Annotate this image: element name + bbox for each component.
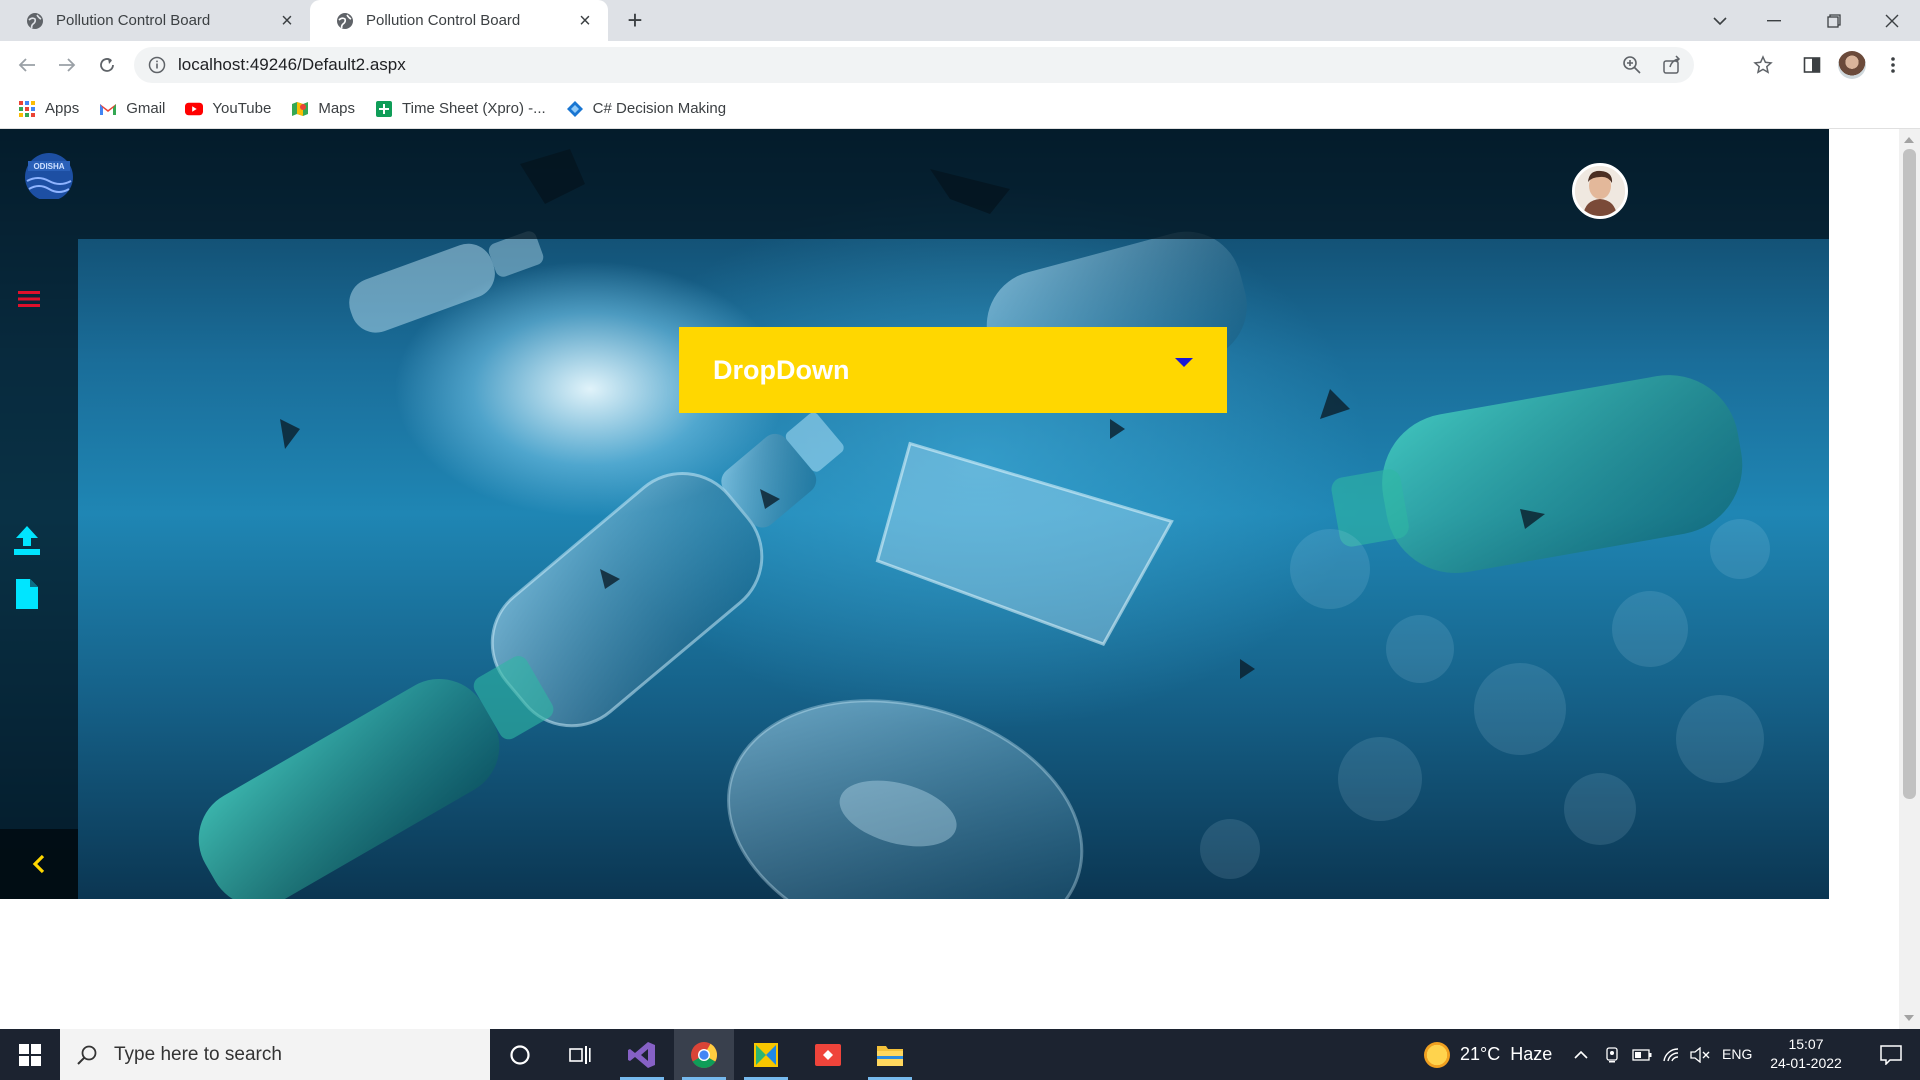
close-tab-icon[interactable]: × [278,11,296,31]
scrollbar-thumb[interactable] [1903,149,1916,799]
page-scrollbar[interactable] [1899,129,1920,1029]
share-icon[interactable] [1662,55,1682,75]
tab-title: Pollution Control Board [56,12,211,29]
tab-title: Pollution Control Board [366,12,521,29]
diamond-icon [566,100,583,117]
user-avatar[interactable] [1572,163,1628,219]
chevron-left-icon [32,854,45,874]
weather-widget[interactable]: 21°C Haze [1424,1029,1552,1080]
bookmark-label: Apps [45,100,80,117]
show-hidden-icons-chevron-icon[interactable] [1570,1029,1592,1080]
task-view-icon[interactable] [550,1029,610,1080]
bookmark-label: YouTube [212,100,272,117]
windows-logo-icon [19,1043,41,1066]
plastic-bottles-illustration [198,149,1770,899]
upload-icon[interactable] [12,524,42,556]
side-panel-icon[interactable] [1797,50,1827,80]
bookmark-star-icon[interactable] [1748,50,1778,80]
header-bar: ODISHA [0,129,1829,239]
weather-sun-icon [1424,1041,1450,1068]
browser-tab[interactable]: Pollution Control Board × [0,0,310,41]
globe-icon [27,12,43,29]
dropdown-label: DropDown [713,354,850,385]
browser-tab-active[interactable]: Pollution Control Board × [310,0,608,41]
clock-date: 24-01-2022 [1770,1055,1842,1071]
svg-text:ODISHA: ODISHA [33,162,64,171]
notifications-icon[interactable] [1866,1029,1916,1080]
taskbar-search-box[interactable]: Type here to search [60,1029,490,1080]
collapse-sidebar-button[interactable] [0,829,78,899]
dropdown-select[interactable]: DropDown [679,327,1227,413]
clock-time: 15:07 [1788,1036,1824,1052]
bookmarks-bar: Apps Gmail YouTube Maps Time Sheet (Xpro… [0,89,1920,129]
zoom-icon[interactable] [1622,55,1642,75]
sticky-app-icon[interactable] [736,1029,796,1080]
profile-avatar[interactable] [1838,51,1866,79]
cortana-icon[interactable] [490,1029,550,1080]
bookmark-csharp[interactable]: C# Decision Making [566,100,726,118]
battery-icon[interactable] [1630,1029,1654,1080]
bookmark-apps[interactable]: Apps [18,100,79,118]
bookmark-time-sheet[interactable]: Time Sheet (Xpro) -... [375,100,546,118]
restore-button[interactable] [1806,0,1862,41]
file-explorer-icon[interactable] [860,1029,920,1080]
chrome-icon[interactable] [674,1029,734,1080]
volume-muted-icon[interactable] [1688,1029,1712,1080]
new-tab-button[interactable]: + [620,6,650,36]
globe-icon [337,12,353,29]
browser-toolbar: localhost:49246/Default2.aspx [0,41,1920,89]
gmail-icon [100,103,117,115]
meet-now-icon[interactable] [1600,1029,1624,1080]
scroll-down-arrow-icon[interactable] [1904,1015,1914,1021]
anydesk-icon[interactable] [798,1029,858,1080]
input-language[interactable]: ENG [1722,1029,1752,1080]
weather-text: 21°C Haze [1460,1044,1553,1064]
close-window-button[interactable] [1864,0,1920,41]
bookmark-youtube[interactable]: YouTube [185,100,271,118]
start-button[interactable] [0,1029,60,1080]
close-tab-icon[interactable]: × [576,11,594,31]
odisha-logo[interactable]: ODISHA [14,147,84,199]
caret-down-icon [1175,358,1193,367]
visual-studio-icon[interactable] [612,1029,672,1080]
reload-button[interactable] [92,50,122,80]
youtube-icon [185,102,204,115]
hero-background [0,129,1829,899]
bookmark-label: Time Sheet (Xpro) -... [402,100,546,117]
sidebar [0,239,78,899]
sheets-icon [376,100,393,117]
scroll-up-arrow-icon[interactable] [1904,137,1914,143]
search-icon [77,1045,97,1065]
bookmark-label: Maps [318,100,356,117]
back-button[interactable] [12,50,42,80]
tab-search-chevron-icon[interactable] [1692,0,1748,41]
url-text[interactable]: localhost:49246/Default2.aspx [178,47,406,83]
clock[interactable]: 15:07 24-01-2022 [1762,1035,1850,1073]
web-page: ODISHA DropDown [0,129,1920,1029]
site-info-icon[interactable] [148,56,166,74]
browser-tab-strip: Pollution Control Board × Pollution Cont… [0,0,1920,41]
apps-grid-icon [19,100,35,117]
hamburger-menu-icon[interactable] [18,289,44,309]
address-bar[interactable]: localhost:49246/Default2.aspx [134,47,1694,83]
file-icon[interactable] [14,578,40,610]
user-photo [1575,166,1625,216]
bookmark-gmail[interactable]: Gmail [99,100,165,118]
wifi-icon[interactable] [1660,1029,1684,1080]
more-menu-icon[interactable] [1878,50,1908,80]
minimize-button[interactable] [1746,0,1802,41]
maps-icon [292,101,309,116]
bookmark-maps[interactable]: Maps [291,100,355,118]
bookmark-label: Gmail [126,100,166,117]
bookmark-label: C# Decision Making [592,100,727,117]
windows-taskbar: Type here to search 21°C Haze ENG 15:07 … [0,1029,1920,1080]
search-placeholder: Type here to search [114,1043,282,1065]
forward-button[interactable] [52,50,82,80]
